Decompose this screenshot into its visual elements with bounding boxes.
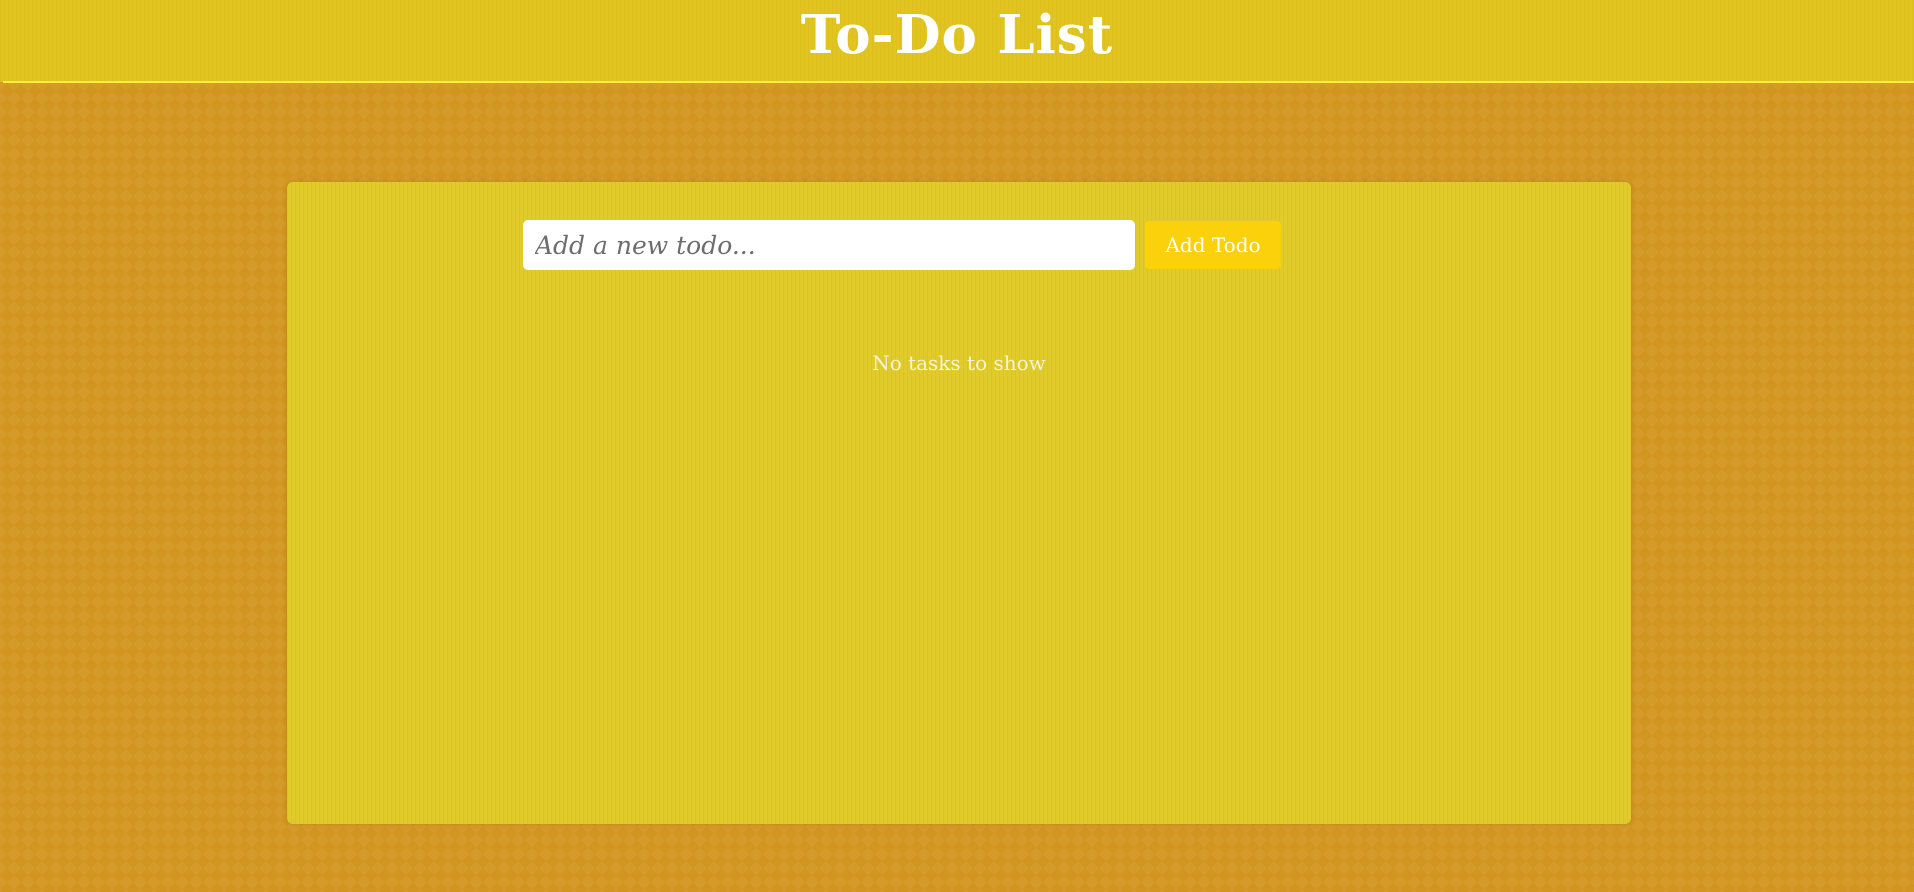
new-todo-input[interactable] (523, 220, 1135, 270)
page-title: To-Do List (800, 4, 1114, 66)
add-todo-button[interactable]: Add Todo (1145, 221, 1281, 269)
empty-tasks-message: No tasks to show (872, 351, 1046, 375)
todo-panel (287, 182, 1631, 824)
header-divider (3, 81, 1914, 83)
app-header: To-Do List (0, 0, 1914, 83)
